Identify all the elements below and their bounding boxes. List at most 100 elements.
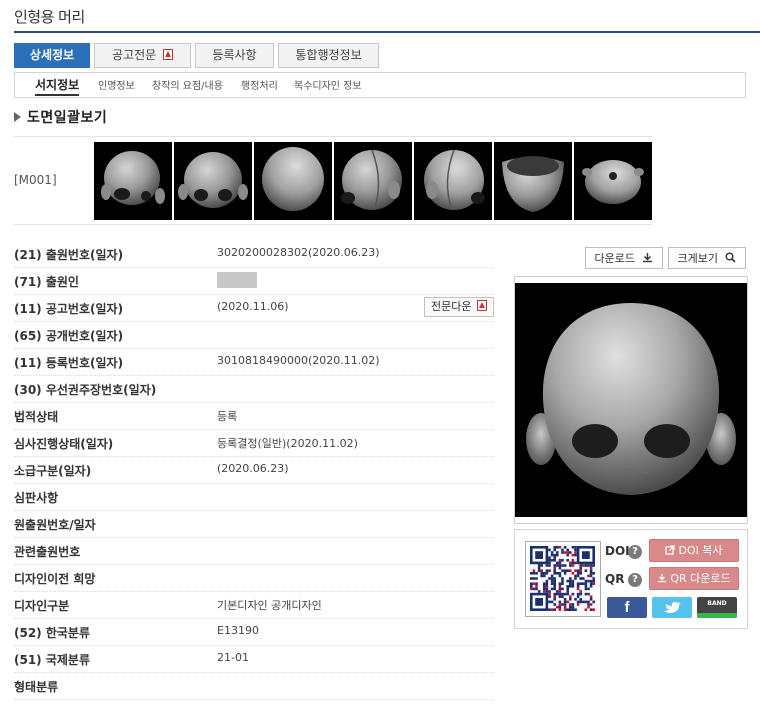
drawing-label: [M001] (14, 173, 57, 187)
info-row: (11) 공고번호(일자) (2020.11.06) 전문다운 (14, 295, 494, 322)
drawings-heading: 도면일괄보기 (14, 107, 107, 127)
doi-label: DOI (605, 544, 630, 558)
triangle-bullet-icon (14, 112, 21, 122)
qr-help-icon[interactable]: ? (628, 573, 642, 587)
doll-head-image (101, 151, 165, 205)
info-value: 등록 (217, 410, 238, 423)
info-label: (71) 출원인 (14, 275, 79, 289)
thumb-view-6[interactable] (494, 142, 572, 220)
redacted-applicant (217, 272, 257, 288)
info-row: 디자인이전 희망 (14, 565, 494, 592)
doi-help-icon[interactable]: ? (628, 545, 642, 559)
info-row: (51) 국제분류 21-01 (14, 646, 494, 673)
fulltext-download-button[interactable]: 전문다운 (424, 297, 494, 317)
info-row: (52) 한국분류 E13190 (14, 619, 494, 646)
facebook-share-button[interactable]: f (607, 597, 647, 618)
info-row: (21) 출원번호(일자) 3020200028302(2020.06.23) (14, 241, 494, 268)
magnifier-icon (725, 252, 737, 263)
info-row: 형태분류 (14, 673, 494, 700)
doll-head-image (526, 303, 736, 495)
thumb-view-7[interactable] (574, 142, 652, 220)
doll-head-image (178, 152, 248, 208)
info-label: 소급구분(일자) (14, 464, 92, 478)
subnav-person-info[interactable]: 인명정보 (98, 77, 135, 92)
info-label: 원출원번호/일자 (14, 518, 96, 532)
bibliographic-info: (21) 출원번호(일자) 3020200028302(2020.06.23) (… (14, 241, 494, 700)
info-row: (11) 등록번호(일자) 3010818490000(2020.11.02) (14, 349, 494, 376)
info-value: 기본디자인 공개디자인 (217, 599, 322, 612)
thumb-view-5[interactable] (414, 142, 492, 220)
info-row: (65) 공개번호(일자) (14, 322, 494, 349)
thumb-view-4[interactable] (334, 142, 412, 220)
info-label: 디자인구분 (14, 599, 70, 613)
thumb-view-1[interactable] (94, 142, 172, 220)
info-label: (52) 한국분류 (14, 626, 91, 640)
twitter-icon (664, 602, 681, 613)
design-preview[interactable] (514, 276, 748, 524)
doll-head-image (502, 156, 564, 212)
preview-canvas (515, 283, 747, 517)
subnav-bibliography[interactable]: 서지정보 (35, 76, 80, 96)
info-value: 등록결정(일반)(2020.11.02) (217, 437, 358, 450)
doll-head-image (341, 149, 402, 211)
qr-download-button[interactable]: QR 다운로드 (649, 567, 739, 590)
facebook-icon: f (624, 599, 630, 616)
tab-admin-info-label: 통합행정정보 (295, 48, 362, 62)
tab-gazette-label: 공고전문 (112, 48, 157, 62)
subnav-multi-design[interactable]: 복수디자인 정보 (294, 77, 362, 92)
info-row: 법적상태 등록 (14, 403, 494, 430)
doll-head-image (424, 149, 485, 211)
info-label: 법적상태 (14, 410, 59, 424)
tab-admin-info[interactable]: 통합행정정보 (278, 43, 379, 68)
tab-detail-label: 상세정보 (29, 48, 75, 62)
tab-gazette[interactable]: 공고전문 (94, 43, 191, 68)
qr-code[interactable] (525, 541, 601, 617)
title-divider (14, 31, 760, 33)
drawing-thumbnails (94, 142, 654, 220)
thumb-view-2[interactable] (174, 142, 252, 220)
band-label: BAND (707, 600, 727, 607)
qr-code-icon (530, 546, 595, 611)
info-label: (51) 국제분류 (14, 653, 91, 667)
drawings-heading-text: 도면일괄보기 (27, 110, 108, 126)
download-icon (643, 253, 653, 263)
info-label: 디자인이전 희망 (14, 572, 96, 586)
thumb-view-3[interactable] (254, 142, 332, 220)
subnav-creation-points[interactable]: 창작의 요점/내용 (152, 77, 223, 92)
main-tabs: 상세정보 공고전문 등록사항 통합행정정보 (14, 43, 383, 68)
twitter-share-button[interactable] (652, 597, 692, 618)
pdf-icon (476, 300, 487, 311)
info-label: 형태분류 (14, 680, 59, 694)
tab-registration[interactable]: 등록사항 (195, 43, 274, 68)
info-row: 심사진행상태(일자) 등록결정(일반)(2020.11.02) (14, 430, 494, 457)
info-value: 21-01 (217, 651, 249, 664)
info-label: (11) 등록번호(일자) (14, 356, 124, 370)
share-panel: DOI ? DOI 복사 QR ? QR 다운로드 f BAND (514, 529, 748, 629)
download-button[interactable]: 다운로드 (585, 247, 663, 269)
info-label: 관련출원번호 (14, 545, 81, 559)
tab-detail[interactable]: 상세정보 (14, 43, 90, 68)
info-row: 소급구분(일자) (2020.06.23) (14, 457, 494, 484)
info-row: 관련출원번호 (14, 538, 494, 565)
zoom-label: 크게보기 (677, 252, 718, 265)
fulltext-download-label: 전문다운 (431, 300, 472, 313)
band-icon (697, 613, 737, 618)
subnav-admin-process[interactable]: 행정처리 (241, 77, 278, 92)
thumb-bottom-rule (14, 224, 652, 225)
sub-nav: 서지정보 인명정보 창작의 요점/내용 행정처리 복수디자인 정보 (14, 72, 746, 98)
zoom-button[interactable]: 크게보기 (668, 247, 746, 269)
info-label: (21) 출원번호(일자) (14, 248, 124, 262)
info-row: 디자인구분 기본디자인 공개디자인 (14, 592, 494, 619)
info-label: 심판사항 (14, 491, 59, 505)
info-value: 3010818490000(2020.11.02) (217, 354, 380, 367)
doi-copy-button[interactable]: DOI 복사 (649, 539, 739, 562)
info-row: (30) 우선권주장번호(일자) (14, 376, 494, 403)
tab-registration-label: 등록사항 (212, 48, 257, 62)
download-icon (658, 574, 667, 583)
info-label: 심사진행상태(일자) (14, 437, 114, 451)
band-share-button[interactable]: BAND (697, 597, 737, 618)
thumb-top-rule (14, 136, 652, 137)
info-label: (11) 공고번호(일자) (14, 302, 124, 316)
qr-download-label: QR 다운로드 (670, 572, 731, 585)
download-label: 다운로드 (594, 252, 635, 265)
